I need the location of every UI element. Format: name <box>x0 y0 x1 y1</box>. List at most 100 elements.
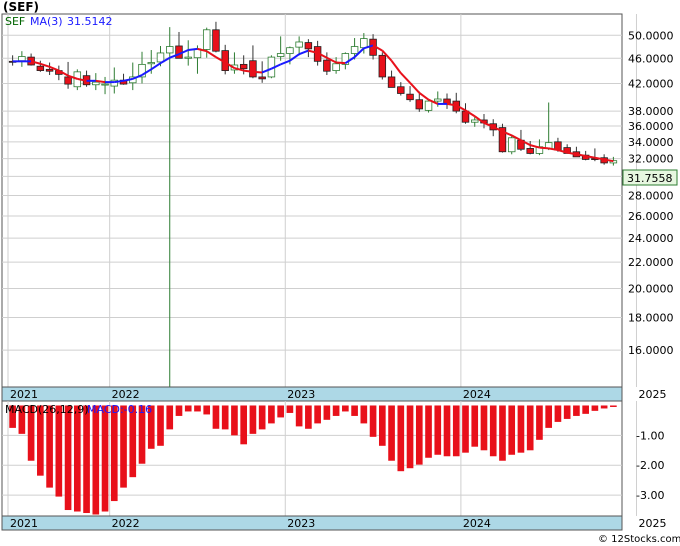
ticker-legend: SEF <box>5 15 25 28</box>
candle-body <box>64 76 72 85</box>
macd-bar <box>73 405 81 512</box>
price-tick-label: 22.0000 <box>628 256 674 269</box>
candle-body <box>360 38 368 49</box>
ma3-segment <box>539 146 549 150</box>
macd-bar <box>120 405 127 488</box>
macd-bar <box>342 405 349 412</box>
macd-bar <box>489 405 497 457</box>
macd-legend-value: MACD:-0.16 <box>87 403 152 416</box>
candle-body <box>304 42 313 50</box>
candle-body <box>249 60 257 78</box>
macd-bar <box>277 405 284 418</box>
year-label: 2021 <box>10 517 38 530</box>
macd-bar <box>46 405 53 488</box>
macd-bar <box>221 405 229 430</box>
macd-bar <box>397 405 405 472</box>
macd-bar <box>64 405 72 511</box>
price-y-ticks: 50.0000 46.0000 42.0000 38.0000 36.0000 34.00… <box>628 29 674 357</box>
year-label: 2024 <box>463 517 491 530</box>
macd-bar <box>240 405 248 445</box>
macd-bar <box>295 405 303 427</box>
ma-legend-value: 31.5142 <box>67 15 113 28</box>
macd-tick-label: -3.00 <box>636 489 664 502</box>
year-label: 2025 <box>638 517 666 530</box>
watermark: © 12Stocks.com <box>598 534 680 545</box>
macd-bar <box>175 405 183 416</box>
price-tick-label: 38.0000 <box>628 105 674 118</box>
ma3-segment <box>336 61 346 65</box>
candle-body <box>166 46 174 54</box>
candle-body <box>147 62 155 65</box>
macd-bar <box>184 405 192 412</box>
price-tick-label: 32.0000 <box>628 153 674 166</box>
price-tick-label: 42.0000 <box>628 77 674 90</box>
candle-body <box>507 137 516 153</box>
macd-tick-label: -2.00 <box>636 459 664 472</box>
candle-body <box>92 81 100 86</box>
candle-body <box>258 76 266 80</box>
ma3-segment <box>95 79 106 84</box>
candle-body <box>350 46 359 54</box>
price-tick-label: 46.0000 <box>628 52 674 65</box>
candle-body <box>202 29 211 50</box>
macd-bar <box>554 405 562 422</box>
macd-bar <box>480 405 488 451</box>
macd-bar <box>434 405 442 455</box>
macd-bar <box>443 405 451 457</box>
candle-body <box>406 93 414 101</box>
macd-bar <box>203 405 211 415</box>
price-tick-label: 20.0000 <box>628 282 674 295</box>
macd-bar <box>610 405 617 407</box>
macd-bar <box>166 405 174 430</box>
macd-bar <box>600 405 608 409</box>
macd-tick-label: -1.00 <box>636 429 664 442</box>
macd-bar <box>157 405 164 446</box>
macd-bar <box>323 405 331 420</box>
macd-bar <box>425 405 432 458</box>
macd-bar <box>101 405 109 512</box>
macd-bar <box>406 405 414 469</box>
year-label: 2024 <box>463 388 491 401</box>
macd-bar <box>462 405 469 453</box>
candle-body <box>276 53 285 57</box>
chart-title: (SEF) <box>3 0 39 14</box>
candle-body <box>239 63 248 70</box>
macd-bar <box>305 405 312 429</box>
macd-bar <box>452 405 460 457</box>
price-tick-label: 50.0000 <box>628 29 674 42</box>
candle-body <box>323 59 331 72</box>
candle-body <box>45 68 54 72</box>
price-tick-label: 24.0000 <box>628 232 674 245</box>
macd-bar <box>249 405 257 434</box>
candle-body <box>18 56 26 62</box>
macd-bar <box>369 405 377 437</box>
macd-bar <box>360 405 368 424</box>
candle-body <box>397 86 405 94</box>
candle-body <box>387 76 396 88</box>
candle-body <box>424 100 433 111</box>
year-label: 2025 <box>638 388 666 401</box>
macd-bar <box>231 405 238 436</box>
ma3-segment <box>114 79 124 84</box>
macd-legend-label: MACD(26,12,9) <box>5 403 89 416</box>
macd-bar <box>526 405 534 451</box>
price-tick-label: 18.0000 <box>628 312 674 325</box>
candle-body <box>184 56 192 59</box>
macd-bar <box>286 405 294 413</box>
price-tick-label: 16.0000 <box>628 344 674 357</box>
price-panel <box>1 13 623 388</box>
candle-body <box>101 83 109 86</box>
last-price-label: 31.7558 <box>627 172 673 185</box>
macd-bar <box>332 405 340 416</box>
macd-bar <box>388 405 395 461</box>
macd-bar <box>499 405 506 461</box>
macd-bar <box>110 405 118 502</box>
macd-bar <box>582 405 589 414</box>
macd-bar <box>194 405 201 412</box>
macd-bar <box>351 405 358 416</box>
macd-bar <box>378 405 386 446</box>
macd-bar <box>55 405 63 497</box>
macd-bar <box>517 405 525 453</box>
candle-body <box>378 54 387 78</box>
candle-body <box>286 47 294 54</box>
